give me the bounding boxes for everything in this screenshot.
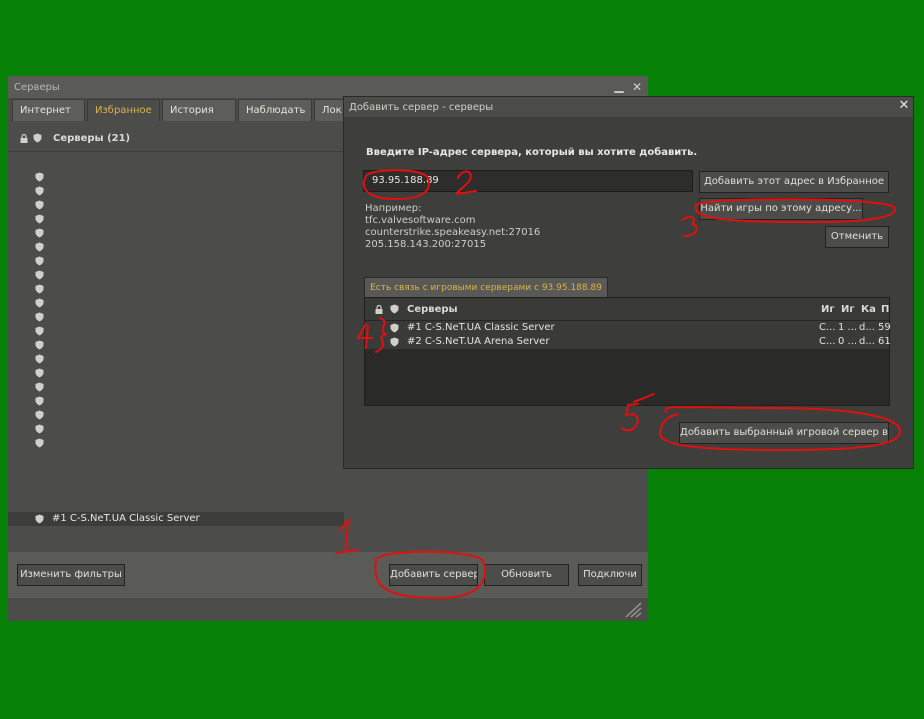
shield-icon xyxy=(35,410,44,420)
lock-icon xyxy=(375,305,383,314)
refresh-button[interactable]: Обновить xyxy=(484,564,569,586)
table-row[interactable]: #1 C-S.NeT.UA Classic Server C... 1 ... … xyxy=(365,321,891,335)
column-map[interactable]: Ка xyxy=(861,304,876,315)
server-list-title: Серверы (21) xyxy=(53,133,131,144)
example-3: 205.158.143.200:27015 xyxy=(365,239,487,250)
column-servers[interactable]: Серверы xyxy=(407,304,458,315)
shield-icon xyxy=(35,270,44,280)
add-server-dialog: Добавить сервер - серверы ✕ Введите IP-а… xyxy=(343,96,914,469)
shield-icon xyxy=(390,323,399,333)
server-name: #1 C-S.NeT.UA Classic Server xyxy=(407,322,555,333)
column-players[interactable]: Иг xyxy=(841,304,855,315)
shield-icon xyxy=(35,424,44,434)
change-filters-button[interactable]: Изменить фильтры xyxy=(17,564,125,586)
lock-icon xyxy=(20,134,28,143)
shield-icon xyxy=(35,298,44,308)
shield-icon xyxy=(35,340,44,350)
server-name: #1 C-S.NeT.UA Classic Server xyxy=(52,513,200,524)
shield-icon xyxy=(35,438,44,448)
column-game[interactable]: Иг xyxy=(821,304,835,315)
shield-icon xyxy=(35,214,44,224)
shield-icon xyxy=(35,284,44,294)
found-servers-header[interactable]: Серверы Иг Иг Ка П xyxy=(365,298,889,321)
dialog-titlebar[interactable]: Добавить сервер - серверы ✕ xyxy=(344,97,913,117)
shield-icon xyxy=(35,228,44,238)
example-1: tfc.valvesoftware.com xyxy=(365,215,476,226)
close-icon[interactable]: ✕ xyxy=(630,80,644,94)
shield-icon xyxy=(35,256,44,266)
add-to-favorites-button[interactable]: Добавить этот адрес в Избранное xyxy=(699,171,889,193)
shield-icon xyxy=(35,200,44,210)
server-players: 0 ... xyxy=(838,336,858,347)
shield-icon xyxy=(35,312,44,322)
table-row[interactable]: #2 C-S.NeT.UA Arena Server C... 0 ... d.… xyxy=(365,335,891,349)
add-selected-server-button[interactable]: Добавить выбранный игровой сервер в И xyxy=(679,422,889,444)
shield-icon xyxy=(35,242,44,252)
shield-icon xyxy=(35,382,44,392)
examples-label: Например: xyxy=(365,203,422,214)
connect-button[interactable]: Подключи xyxy=(578,564,642,586)
tab-internet[interactable]: Интернет xyxy=(12,99,85,121)
add-server-button[interactable]: Добавить сервер xyxy=(389,564,478,586)
tab-favorites[interactable]: Избранное xyxy=(87,99,160,121)
found-servers-list[interactable]: Серверы Иг Иг Ка П #1 C-S.NeT.UA Classic… xyxy=(364,297,891,406)
find-games-button[interactable]: Найти игры по этому адресу... xyxy=(699,198,863,220)
shield-icon xyxy=(390,304,399,314)
shield-icon xyxy=(35,396,44,406)
shield-icon xyxy=(35,186,44,196)
ip-prompt: Введите IP-адрес сервера, который вы хот… xyxy=(366,147,698,158)
close-icon[interactable]: ✕ xyxy=(897,99,911,113)
server-name: #2 C-S.NeT.UA Arena Server xyxy=(407,336,550,347)
column-ping[interactable]: П xyxy=(881,304,889,315)
tab-lan[interactable]: Лок xyxy=(314,99,344,121)
resize-grip-icon[interactable] xyxy=(624,602,642,618)
status-bar xyxy=(8,598,648,621)
shield-icon xyxy=(35,368,44,378)
shield-icon xyxy=(35,326,44,336)
tab-spectate[interactable]: Наблюдать xyxy=(238,99,312,121)
shield-icon xyxy=(33,133,42,143)
example-2: counterstrike.speakeasy.net:27016 xyxy=(365,227,541,238)
shield-icon xyxy=(390,337,399,347)
shield-icon xyxy=(35,514,44,524)
server-map: d... xyxy=(859,336,875,347)
window-title: Серверы xyxy=(14,82,60,93)
tab-found-servers[interactable]: Есть связь с игровыми серверами с 93.95.… xyxy=(364,277,608,297)
server-ping: 59 xyxy=(878,322,891,333)
table-row-selected[interactable]: #1 C-S.NeT.UA Classic Server xyxy=(8,512,344,526)
shield-icon xyxy=(35,172,44,182)
server-players: 1 ... xyxy=(838,322,858,333)
tab-history[interactable]: История xyxy=(162,99,236,121)
minimize-icon[interactable]: ▁ xyxy=(612,80,626,94)
shield-icon xyxy=(35,354,44,364)
window-titlebar[interactable]: Серверы ▁ ✕ xyxy=(8,76,648,98)
server-ping: 61 xyxy=(878,336,891,347)
server-game: C... xyxy=(819,322,836,333)
server-map: d... xyxy=(859,322,875,333)
cancel-button[interactable]: Отменить xyxy=(825,226,889,248)
ip-address-input[interactable]: 93.95.188.89 xyxy=(363,170,693,192)
bottom-toolbar: Изменить фильтры Добавить сервер Обновит… xyxy=(8,552,648,598)
server-game: C... xyxy=(819,336,836,347)
dialog-title: Добавить сервер - серверы xyxy=(349,102,494,113)
